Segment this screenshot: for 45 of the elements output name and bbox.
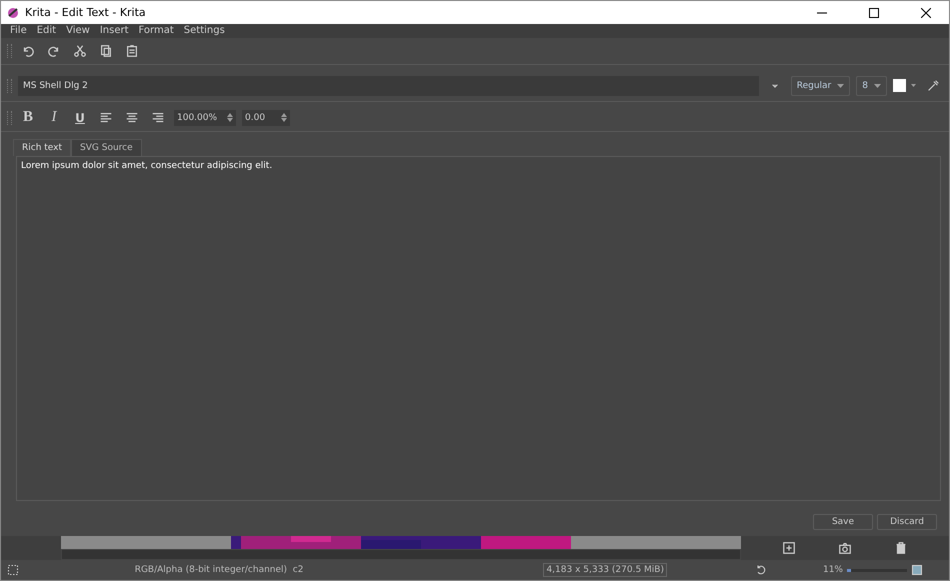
tab[interactable]: Rich text bbox=[13, 138, 72, 156]
eyedropper-icon[interactable] bbox=[926, 78, 940, 93]
color-swatch-icon[interactable] bbox=[893, 78, 917, 93]
selection-icon[interactable] bbox=[7, 564, 19, 576]
save-button[interactable]: Save bbox=[813, 514, 873, 530]
font-family-field[interactable]: MS Shell Dlg 2 bbox=[18, 76, 759, 96]
dropdown-arrow-icon bbox=[837, 84, 844, 88]
bold-button[interactable]: B bbox=[18, 108, 38, 128]
letter-spacing-field[interactable]: 0.00 bbox=[242, 110, 290, 126]
zoom-label: 11% bbox=[822, 565, 843, 575]
align-left-icon[interactable] bbox=[99, 110, 113, 125]
italic-button[interactable]: I bbox=[44, 108, 64, 128]
color-space-label: RGB/Alpha (8-bit integer/channel) c2 bbox=[134, 565, 304, 575]
menu-item[interactable]: Edit bbox=[32, 25, 62, 36]
menu-item[interactable]: File bbox=[5, 25, 32, 36]
trash-icon[interactable] bbox=[894, 541, 908, 556]
text-editor[interactable]: Lorem ipsum dolor sit amet, consectetur adipiscing elit. bbox=[16, 156, 941, 502]
menu-item[interactable]: Insert bbox=[94, 25, 134, 36]
spin-arrows-icon[interactable] bbox=[227, 113, 233, 122]
font-style-dropdown[interactable]: Regular bbox=[790, 76, 850, 96]
image-size-label: 4,183 x 5,333 (270.5 MiB) bbox=[543, 563, 667, 577]
scrollbar[interactable] bbox=[61, 549, 741, 560]
window-title: Krita - Edit Text - Krita bbox=[25, 6, 146, 19]
zoom-fit-icon[interactable] bbox=[911, 564, 923, 576]
camera-icon[interactable] bbox=[838, 541, 852, 556]
rotate-reset-icon[interactable] bbox=[754, 564, 767, 576]
app-logo-icon bbox=[7, 6, 19, 18]
tab[interactable]: SVG Source bbox=[71, 138, 142, 156]
discard-button[interactable]: Discard bbox=[877, 514, 937, 530]
add-layer-icon[interactable] bbox=[782, 541, 796, 556]
close-icon[interactable] bbox=[921, 8, 931, 18]
maximize-icon[interactable] bbox=[869, 8, 879, 18]
paste-icon[interactable] bbox=[125, 44, 139, 58]
menu-item[interactable]: View bbox=[61, 25, 95, 36]
font-size-dropdown[interactable]: 8 bbox=[856, 76, 887, 96]
line-height-field[interactable]: 100.00% bbox=[174, 110, 236, 126]
copy-icon[interactable] bbox=[99, 44, 113, 58]
menu-item[interactable]: Settings bbox=[178, 25, 230, 36]
spin-arrows-icon[interactable] bbox=[281, 113, 287, 122]
cut-icon[interactable] bbox=[73, 44, 87, 58]
menu-item[interactable]: Format bbox=[134, 25, 179, 36]
align-center-icon[interactable] bbox=[125, 110, 139, 125]
dropdown-arrow-icon bbox=[874, 84, 881, 88]
align-right-icon[interactable] bbox=[151, 110, 165, 125]
underline-button[interactable]: U bbox=[70, 108, 90, 128]
